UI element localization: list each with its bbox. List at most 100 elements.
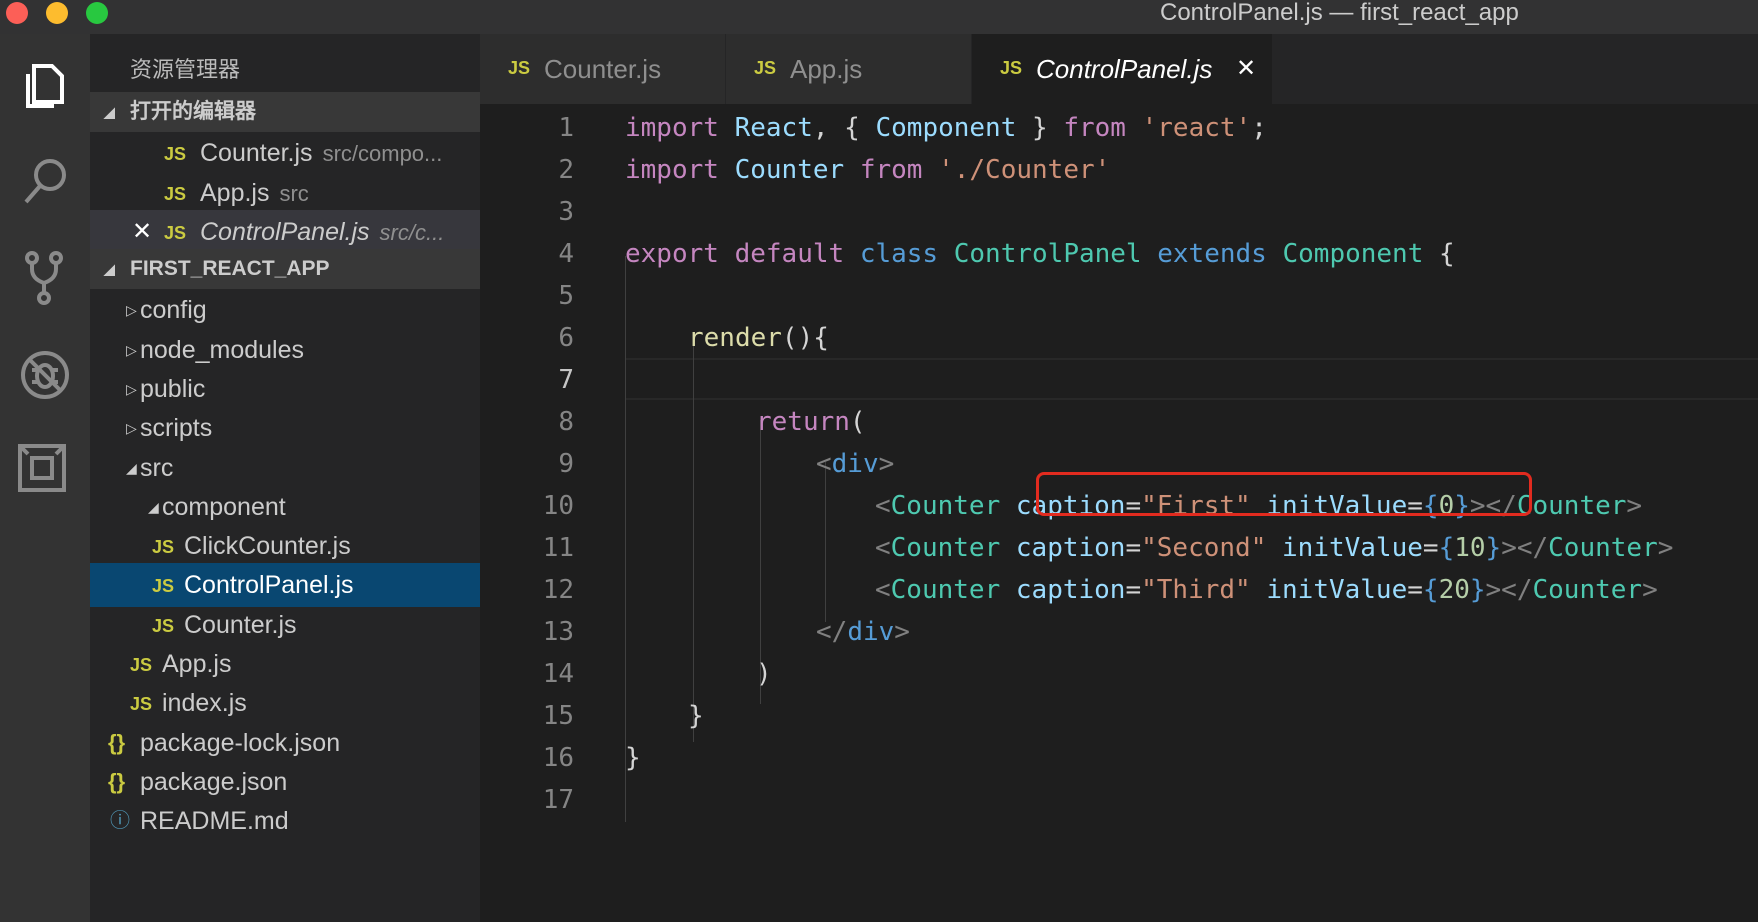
js-file-icon: JS xyxy=(754,58,777,78)
line-number: 3 xyxy=(558,197,574,227)
chevron-down-icon: ◢ xyxy=(126,460,137,476)
close-window-button[interactable] xyxy=(6,2,28,24)
js-file-icon: JS xyxy=(164,223,187,243)
sidebar-title: 资源管理器 xyxy=(130,57,241,82)
tree-folder-scripts[interactable]: ▷ scripts xyxy=(90,406,480,450)
explorer-sidebar: 资源管理器 ◢ 打开的编辑器 JS Counter.js src/compo...… xyxy=(90,34,480,922)
chevron-down-icon: ◢ xyxy=(148,499,159,515)
project-header[interactable]: ◢ FIRST_REACT_APP xyxy=(90,249,480,289)
line-number: 13 xyxy=(542,617,574,647)
file-name: ControlPanel.js xyxy=(200,218,370,246)
tree-folder-config[interactable]: ▷ config xyxy=(90,288,480,332)
tab-controlpanel[interactable]: JS ControlPanel.js ✕ xyxy=(972,34,1273,104)
line-number: 17 xyxy=(542,785,574,815)
json-file-icon: {} xyxy=(108,769,126,794)
tree-folder-public[interactable]: ▷ public xyxy=(90,367,480,411)
debug-icon[interactable] xyxy=(10,340,80,410)
line-number: 8 xyxy=(558,407,574,437)
line-number: 1 xyxy=(558,113,574,143)
source-control-icon[interactable] xyxy=(10,244,80,314)
line-number: 6 xyxy=(558,323,574,353)
code-line: return( xyxy=(756,407,866,437)
tree-folder-node-modules[interactable]: ▷ node_modules xyxy=(90,328,480,372)
js-file-icon: JS xyxy=(152,616,175,636)
close-tab-icon[interactable]: ✕ xyxy=(1236,34,1256,104)
indent-guide xyxy=(693,338,694,742)
js-file-icon: JS xyxy=(152,537,175,557)
tree-file-package-lock[interactable]: {} package-lock.json xyxy=(90,721,480,765)
extensions-icon[interactable] xyxy=(10,434,80,504)
line-number: 5 xyxy=(558,281,574,311)
chevron-right-icon: ▷ xyxy=(126,381,137,397)
chevron-right-icon: ▷ xyxy=(126,302,137,318)
code-line: } xyxy=(688,701,704,731)
code-line: </div> xyxy=(816,617,910,647)
tree-file-readme[interactable]: ⓘ README.md xyxy=(90,799,480,843)
line-number: 10 xyxy=(542,491,574,521)
line-number: 9 xyxy=(558,449,574,479)
tree-folder-component[interactable]: ◢ component xyxy=(90,485,480,529)
code-line: export default class ControlPanel extend… xyxy=(625,239,1455,269)
code-line: } xyxy=(625,743,641,773)
tree-file-controlpanel[interactable]: JS ControlPanel.js xyxy=(90,563,480,607)
chevron-down-icon: ◢ xyxy=(104,104,115,120)
json-file-icon: {} xyxy=(108,730,126,755)
search-icon[interactable] xyxy=(10,148,80,218)
js-file-icon: JS xyxy=(164,184,187,204)
chevron-right-icon: ▷ xyxy=(126,342,137,358)
tab-app[interactable]: JS App.js xyxy=(726,34,972,104)
indent-guide xyxy=(825,462,826,622)
open-editor-item[interactable]: JS Counter.js src/compo... xyxy=(90,131,480,175)
open-editor-item[interactable]: JS App.js src xyxy=(90,171,480,215)
window-title: ControlPanel.js — first_react_app xyxy=(1160,0,1519,26)
open-editors-header[interactable]: ◢ 打开的编辑器 xyxy=(90,92,480,132)
chevron-down-icon: ◢ xyxy=(104,261,115,277)
close-icon[interactable]: ✕ xyxy=(132,210,152,254)
code-line: <Counter caption="Third" initValue={20}>… xyxy=(875,575,1658,605)
js-file-icon: JS xyxy=(508,58,531,78)
code-line: <div> xyxy=(816,449,895,479)
line-number: 7 xyxy=(558,365,574,395)
open-editor-item-active[interactable]: ✕ JS ControlPanel.js src/c... xyxy=(90,210,480,254)
line-number: 16 xyxy=(542,743,574,773)
activity-bar xyxy=(0,34,90,922)
info-icon: ⓘ xyxy=(110,810,130,832)
file-name: App.js xyxy=(200,179,270,207)
line-number: 12 xyxy=(542,575,574,605)
tab-counter[interactable]: JS Counter.js xyxy=(480,34,726,104)
file-path: src/c... xyxy=(379,220,445,245)
minimize-window-button[interactable] xyxy=(46,2,68,24)
js-file-icon: JS xyxy=(130,694,153,714)
js-file-icon: JS xyxy=(152,576,175,596)
tree-file-index[interactable]: JS index.js xyxy=(90,681,480,725)
line-number: 2 xyxy=(558,155,574,185)
tab-bar: JS Counter.js JS App.js JS ControlPanel.… xyxy=(480,34,1758,104)
code-line: import Counter from './Counter' xyxy=(625,155,1111,185)
line-number: 15 xyxy=(542,701,574,731)
title-bar: ControlPanel.js — first_react_app xyxy=(0,0,1758,34)
code-editor[interactable]: 1 2 3 4 5 6 7 8 9 10 11 12 13 14 15 16 1… xyxy=(480,104,1758,922)
zoom-window-button[interactable] xyxy=(86,2,108,24)
tree-file-counter[interactable]: JS Counter.js xyxy=(90,603,480,647)
js-file-icon: JS xyxy=(164,144,187,164)
line-number: 14 xyxy=(542,659,574,689)
explorer-icon[interactable] xyxy=(10,52,80,122)
code-line: <Counter caption="Second" initValue={10}… xyxy=(875,533,1674,563)
code-line: ) xyxy=(756,659,772,689)
chevron-right-icon: ▷ xyxy=(126,420,137,436)
tree-file-app[interactable]: JS App.js xyxy=(90,642,480,686)
tree-folder-src[interactable]: ◢ src xyxy=(90,446,480,490)
annotation-highlight-box xyxy=(1036,472,1532,516)
js-file-icon: JS xyxy=(1000,58,1023,78)
line-number: 11 xyxy=(542,533,574,563)
code-line: render(){ xyxy=(688,323,829,353)
code-line: import React, { Component } from 'react'… xyxy=(625,113,1267,143)
file-name: Counter.js xyxy=(200,139,313,167)
file-path: src xyxy=(279,181,309,206)
current-line-highlight xyxy=(625,358,1758,400)
tree-file-package[interactable]: {} package.json xyxy=(90,760,480,804)
line-number: 4 xyxy=(558,239,574,269)
file-path: src/compo... xyxy=(322,141,443,166)
js-file-icon: JS xyxy=(130,655,153,675)
tree-file-clickcounter[interactable]: JS ClickCounter.js xyxy=(90,524,480,568)
